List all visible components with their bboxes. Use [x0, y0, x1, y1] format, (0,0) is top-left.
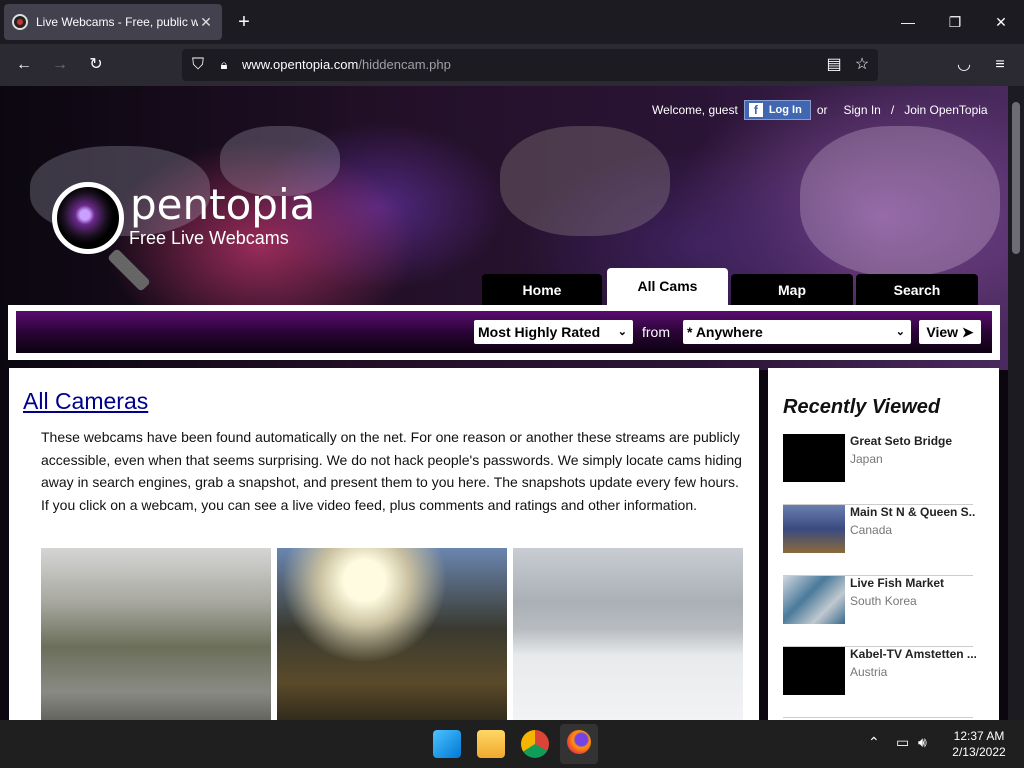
file-explorer-icon[interactable] — [477, 730, 505, 758]
chrome-icon[interactable] — [521, 730, 549, 758]
web-page: pentopia Free Live Webcams Welcome, gues… — [0, 86, 1008, 720]
recently-viewed-item[interactable]: Live Fish Market South Korea — [783, 576, 973, 647]
filter-bar-inner: Most Highly Rated ⌄ from * Anywhere ⌄ Vi… — [16, 311, 992, 353]
recently-viewed-item[interactable]: Main St N & Queen S... Canada — [783, 505, 976, 576]
recent-cam-country: Austria — [850, 665, 888, 679]
main-content: All Cameras These webcams have been foun… — [9, 368, 759, 720]
volume-icon[interactable]: 🔊︎ — [918, 734, 927, 751]
join-link[interactable]: Join OpenTopia — [904, 103, 987, 117]
recent-cam-country: Canada — [850, 523, 893, 537]
recently-viewed-item[interactable]: Great Seto Bridge Japan — [783, 434, 973, 505]
url-text: www.opentopia.com/hiddencam.php — [242, 57, 451, 72]
chevron-down-icon: ⌄ — [895, 326, 905, 338]
link-separator: / — [890, 103, 895, 117]
webcam-thumbnail[interactable] — [513, 548, 743, 720]
site-favicon-icon — [12, 14, 28, 30]
sort-select-value: Most Highly Rated — [478, 324, 601, 340]
firefox-taskbar-button[interactable] — [560, 724, 598, 764]
clock-time: 12:37 AM — [953, 729, 1005, 743]
restore-icon[interactable]: ❐ — [943, 10, 967, 34]
logo-lens-icon[interactable] — [52, 182, 124, 254]
recent-cam-name[interactable]: Main St N & Queen S... — [850, 505, 976, 519]
world-map-decoration — [800, 126, 1000, 276]
back-icon[interactable]: ← — [12, 53, 36, 77]
logo-tagline: Free Live Webcams — [129, 228, 289, 248]
shield-icon[interactable]: ⛉ — [186, 53, 210, 77]
tab-search[interactable]: Search — [856, 274, 978, 306]
sort-select[interactable]: Most Highly Rated ⌄ — [474, 320, 633, 344]
recent-cam-thumbnail[interactable] — [783, 647, 845, 695]
logo-name[interactable]: pentopia — [130, 180, 315, 229]
browser-nav-bar: ← → ↻ ⛉ 🔒︎ www.opentopia.com/hiddencam.p… — [0, 44, 1024, 86]
recently-viewed-panel: Recently Viewed Great Seto Bridge Japan … — [768, 368, 999, 720]
facebook-login-button[interactable]: f Log In — [743, 100, 811, 120]
recent-cam-country: Japan — [850, 452, 883, 466]
browser-tab-bar: Live Webcams - Free, public we ✕ + — ❐ ✕ — [0, 0, 1024, 44]
url-bar[interactable]: ⛉ 🔒︎ www.opentopia.com/hiddencam.php ▤ ☆ — [182, 49, 878, 81]
clock-date: 2/13/2022 — [952, 745, 1006, 759]
bookmark-star-icon[interactable]: ☆ — [850, 53, 874, 77]
webcam-thumbnail[interactable] — [41, 548, 271, 720]
recent-cam-name[interactable]: Great Seto Bridge — [850, 434, 976, 448]
chevron-up-icon[interactable]: ⌃ — [868, 734, 880, 751]
chevron-down-icon: ⌄ — [617, 326, 627, 338]
page-scrollbar[interactable] — [1008, 86, 1024, 720]
facebook-login-label: Log In — [768, 104, 802, 116]
reader-view-icon[interactable]: ▤ — [822, 53, 846, 77]
forward-icon[interactable]: → — [48, 53, 72, 77]
system-clock[interactable]: 12:37 AM 2/13/2022 — [944, 728, 1014, 760]
location-select[interactable]: * Anywhere ⌄ — [683, 320, 911, 344]
recently-viewed-item[interactable]: Kabel-TV Amstetten ... Austria — [783, 647, 976, 718]
logo-magnifier-handle — [107, 248, 151, 292]
new-tab-icon[interactable]: + — [232, 10, 256, 34]
start-menu-icon[interactable] — [433, 730, 461, 758]
menu-icon[interactable]: ≡ — [988, 53, 1012, 77]
network-icon[interactable]: ▭ — [896, 734, 909, 751]
page-title[interactable]: All Cameras — [23, 388, 148, 415]
from-label: from — [642, 324, 670, 340]
or-text: or — [816, 103, 828, 117]
pocket-icon[interactable]: ◡ — [952, 53, 976, 77]
recent-cam-country: South Korea — [850, 594, 917, 608]
view-button[interactable]: View ➤ — [919, 320, 981, 344]
welcome-text: Welcome, guest — [652, 103, 738, 117]
webcam-thumbnail[interactable] — [277, 548, 507, 720]
recent-cam-name[interactable]: Live Fish Market — [850, 576, 976, 590]
recent-cam-thumbnail[interactable] — [783, 505, 845, 553]
close-tab-icon[interactable]: ✕ — [198, 14, 214, 31]
scrollbar-thumb[interactable] — [1012, 102, 1020, 254]
tab-title: Live Webcams - Free, public we — [36, 15, 198, 29]
recently-viewed-heading: Recently Viewed — [783, 396, 941, 418]
account-links: Welcome, guest f Log In or Sign In / Joi… — [652, 100, 988, 120]
recent-cam-thumbnail[interactable] — [783, 434, 845, 482]
tab-all-cams[interactable]: All Cams — [607, 268, 728, 306]
lock-icon[interactable]: 🔒︎ — [212, 53, 236, 77]
reload-icon[interactable]: ↻ — [84, 53, 108, 77]
sign-in-link[interactable]: Sign In — [844, 103, 881, 117]
close-window-icon[interactable]: ✕ — [989, 10, 1013, 34]
tab-home[interactable]: Home — [482, 274, 602, 306]
location-select-value: * Anywhere — [687, 324, 763, 340]
filter-bar: Most Highly Rated ⌄ from * Anywhere ⌄ Vi… — [8, 305, 1000, 360]
browser-tab[interactable]: Live Webcams - Free, public we ✕ — [4, 4, 222, 40]
world-map-decoration — [500, 126, 670, 236]
facebook-icon: f — [748, 103, 763, 117]
minimize-icon[interactable]: — — [896, 10, 920, 34]
intro-text: These webcams have been found automatica… — [41, 429, 742, 513]
tab-map[interactable]: Map — [731, 274, 853, 306]
windows-taskbar: ⌃ ▭ 🔊︎ 12:37 AM 2/13/2022 — [0, 720, 1024, 768]
recent-cam-thumbnail[interactable] — [783, 576, 845, 624]
firefox-icon — [567, 730, 591, 754]
recent-cam-name[interactable]: Kabel-TV Amstetten ... — [850, 647, 976, 661]
